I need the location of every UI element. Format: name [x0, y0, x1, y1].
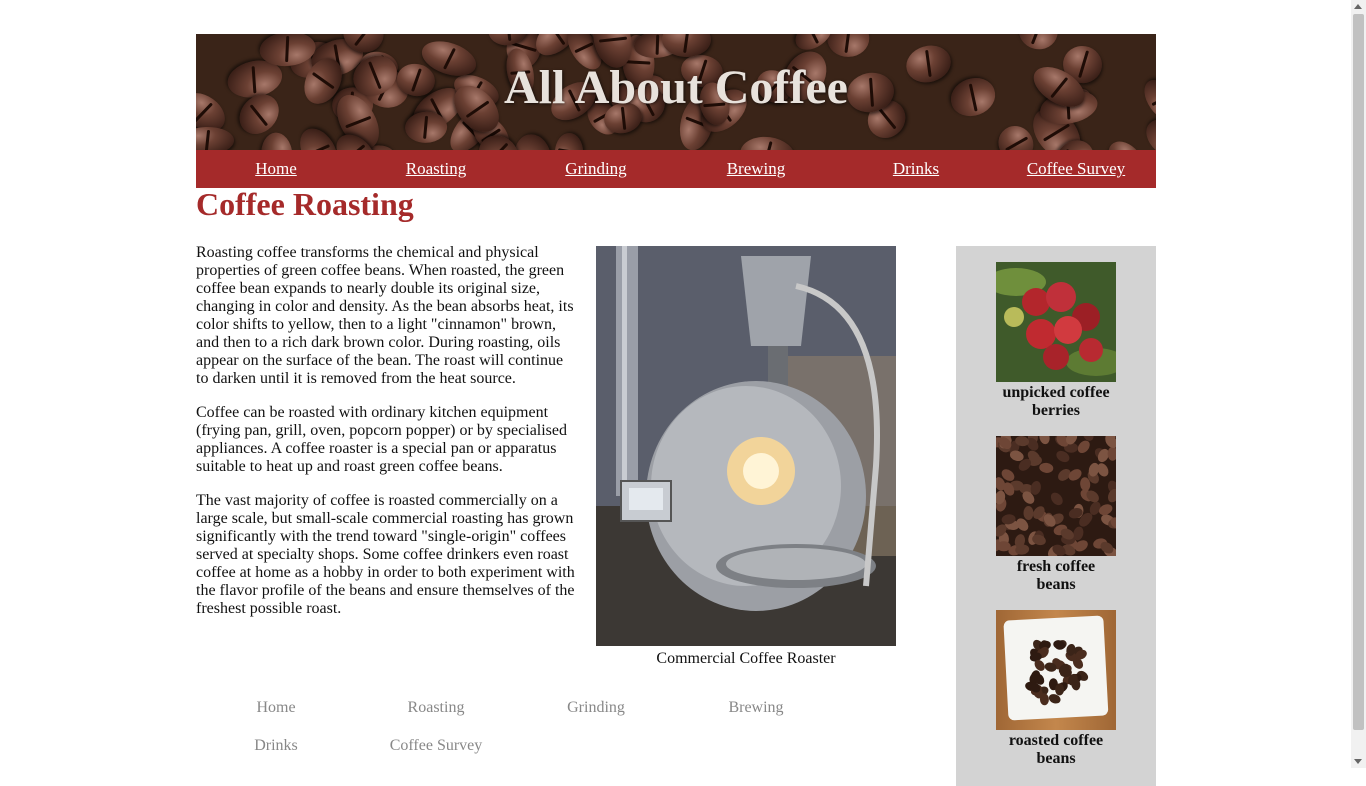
sidebar-gallery: unpicked coffee berries fresh coffee bea… — [956, 246, 1156, 786]
scroll-down-arrow-icon[interactable] — [1354, 759, 1362, 764]
footer-roasting-link[interactable]: Roasting — [356, 698, 516, 736]
footer-drinks-link[interactable]: Drinks — [196, 736, 356, 774]
coffee-bean-shape — [196, 126, 235, 150]
scrollbar-thumb[interactable] — [1353, 14, 1364, 730]
scroll-up-arrow-icon[interactable] — [1354, 4, 1362, 9]
fresh-coffee-beans-image — [996, 436, 1116, 556]
footer-nav: Home Roasting Grinding Brewing Drinks Co… — [196, 698, 836, 774]
site-title: All About Coffee — [196, 60, 1156, 115]
nav-roasting-link[interactable]: Roasting — [356, 159, 516, 179]
coffee-bean-shape — [1015, 34, 1061, 53]
nav-drinks-link[interactable]: Drinks — [836, 159, 996, 179]
article-body: Roasting coffee transforms the chemical … — [196, 244, 578, 634]
article-paragraph: Roasting coffee transforms the chemical … — [196, 244, 578, 388]
footer-brewing-link[interactable]: Brewing — [676, 698, 836, 736]
coffee-bean-shape — [1139, 112, 1156, 150]
coffee-bean-shape — [260, 131, 294, 150]
nav-brewing-link[interactable]: Brewing — [676, 159, 836, 179]
article-paragraph: Coffee can be roasted with ordinary kitc… — [196, 404, 578, 476]
footer-grinding-link[interactable]: Grinding — [516, 698, 676, 736]
figure-caption: Commercial Coffee Roaster — [596, 650, 896, 668]
page-title: Coffee Roasting — [196, 186, 414, 223]
coffee-berries-label: unpicked coffee berries — [996, 384, 1116, 420]
coffee-bean-shape — [827, 34, 870, 57]
header-banner: All About Coffee — [196, 34, 1156, 150]
coffee-bean-shape — [555, 133, 584, 150]
fresh-coffee-beans-label: fresh coffee beans — [996, 558, 1116, 594]
footer-coffee-survey-link[interactable]: Coffee Survey — [356, 736, 516, 774]
coffee-bean-shape — [511, 131, 556, 150]
footer-home-link[interactable]: Home — [196, 698, 356, 736]
coffee-bean-shape — [1102, 135, 1149, 150]
main-nav: Home Roasting Grinding Brewing Drinks Co… — [196, 150, 1156, 188]
coffee-roaster-image — [596, 246, 896, 646]
coffee-berries-image — [996, 262, 1116, 382]
coffee-bean-shape — [738, 134, 797, 150]
nav-coffee-survey-link[interactable]: Coffee Survey — [996, 159, 1156, 179]
nav-grinding-link[interactable]: Grinding — [516, 159, 676, 179]
article-paragraph: The vast majority of coffee is roasted c… — [196, 492, 578, 618]
roasted-coffee-beans-image — [996, 610, 1116, 730]
roaster-figure: Commercial Coffee Roaster — [596, 246, 896, 668]
nav-home-link[interactable]: Home — [196, 159, 356, 179]
roasted-coffee-beans-label: roasted coffee beans — [996, 732, 1116, 768]
page-container: All About Coffee Home Roasting Grinding … — [196, 34, 1156, 188]
vertical-scrollbar[interactable] — [1351, 0, 1366, 768]
